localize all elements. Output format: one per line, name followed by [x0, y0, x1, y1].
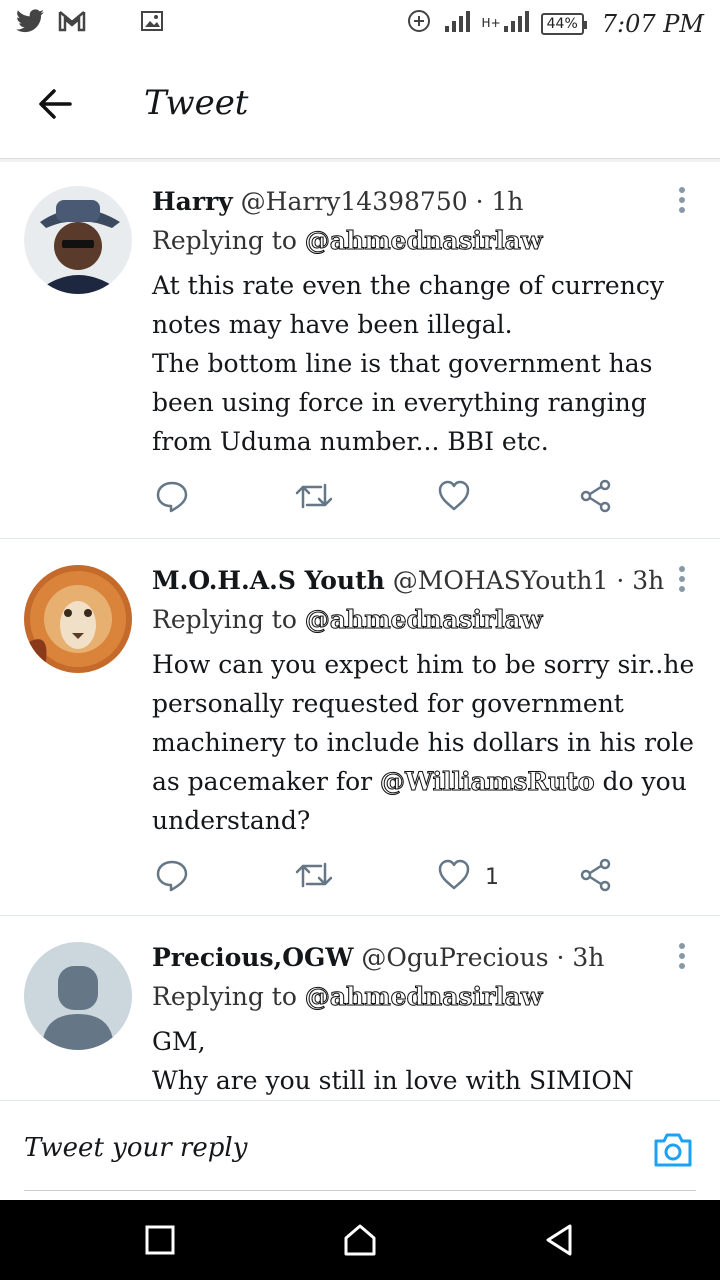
tweet-actions	[155, 478, 625, 518]
heart-icon	[437, 859, 471, 895]
replying-mention[interactable]: @ahmednasirlaw	[304, 982, 543, 1012]
reply-icon	[155, 858, 189, 896]
gmail-icon	[58, 10, 86, 38]
share-icon	[579, 858, 613, 896]
tweet-text: GM, Why are you still in love with SIMIO…	[152, 1027, 634, 1095]
signal-icon-2	[503, 10, 529, 38]
tweet-time: · 3h	[556, 943, 605, 972]
tweet-item[interactable]: Precious,OGW @OguPrecious · 3h Replying …	[0, 916, 720, 1100]
tweet-author[interactable]: Harry	[152, 187, 233, 216]
more-options-icon[interactable]	[678, 186, 686, 214]
tweet-handle[interactable]: @Harry14398750	[241, 187, 468, 216]
avatar[interactable]	[24, 942, 132, 1050]
top-app-bar: Tweet	[0, 48, 720, 159]
recents-icon[interactable]	[140, 1220, 180, 1260]
replying-mention[interactable]: @ahmednasirlaw	[304, 226, 543, 256]
tweet-text: How can you expect him to be sorry sir..…	[152, 645, 697, 840]
system-navigation-bar	[0, 1200, 720, 1280]
tweet-item[interactable]: Harry @Harry14398750 · 1h Replying to @a…	[0, 160, 720, 539]
tweet-item[interactable]: M.O.H.A.S Youth @MOHASYouth1 · 3h Replyi…	[0, 539, 720, 916]
battery-indicator: 44%	[540, 13, 587, 35]
divider	[24, 1190, 696, 1191]
replies-timeline[interactable]: Harry @Harry14398750 · 1h Replying to @a…	[0, 160, 720, 1100]
like-button[interactable]	[437, 478, 485, 518]
share-button[interactable]	[579, 857, 613, 897]
tweet-time: · 1h	[475, 187, 524, 216]
signal-icon	[444, 10, 470, 38]
reply-button[interactable]	[155, 478, 189, 518]
share-button[interactable]	[579, 478, 613, 518]
avatar[interactable]	[24, 565, 132, 673]
back-icon[interactable]	[540, 1220, 580, 1260]
more-options-icon[interactable]	[678, 565, 686, 593]
camera-icon[interactable]	[652, 1129, 694, 1171]
network-type: H+	[481, 16, 501, 30]
retweet-icon	[295, 858, 333, 896]
reply-icon	[155, 479, 189, 517]
back-arrow-icon[interactable]	[34, 82, 78, 126]
status-bar: H+ 44% 7:07 PM	[0, 0, 720, 48]
avatar[interactable]	[24, 186, 132, 294]
image-icon	[140, 10, 164, 38]
share-icon	[579, 479, 613, 517]
like-button[interactable]: 1	[437, 857, 499, 897]
tweet-time: · 3h	[616, 566, 665, 595]
replying-label: Replying to	[152, 605, 297, 634]
twitter-bird-icon	[16, 9, 44, 39]
tweet-mention[interactable]: @WilliamsRuto	[380, 767, 596, 797]
retweet-button[interactable]	[295, 857, 333, 897]
replying-label: Replying to	[152, 982, 297, 1011]
tweet-handle[interactable]: @MOHASYouth1	[393, 566, 609, 595]
retweet-icon	[295, 479, 333, 517]
reply-input[interactable]: Tweet your reply	[24, 1133, 247, 1163]
reply-button[interactable]	[155, 857, 189, 897]
tweet-handle[interactable]: @OguPrecious	[361, 943, 548, 972]
tweet-author[interactable]: Precious,OGW	[152, 943, 353, 972]
tweet-actions: 1	[155, 857, 625, 897]
like-count: 1	[485, 864, 499, 890]
more-options-icon[interactable]	[678, 942, 686, 970]
reply-composer[interactable]: Tweet your reply	[0, 1100, 720, 1201]
retweet-button[interactable]	[295, 478, 333, 518]
replying-label: Replying to	[152, 226, 297, 255]
data-saver-icon	[406, 8, 432, 40]
replying-mention[interactable]: @ahmednasirlaw	[304, 605, 543, 635]
tweet-text: At this rate even the change of currency…	[152, 271, 664, 456]
clock: 7:07 PM	[601, 10, 704, 38]
page-title: Tweet	[144, 83, 249, 123]
tweet-author[interactable]: M.O.H.A.S Youth	[152, 566, 385, 595]
heart-icon	[437, 480, 471, 516]
home-icon[interactable]	[340, 1220, 380, 1260]
